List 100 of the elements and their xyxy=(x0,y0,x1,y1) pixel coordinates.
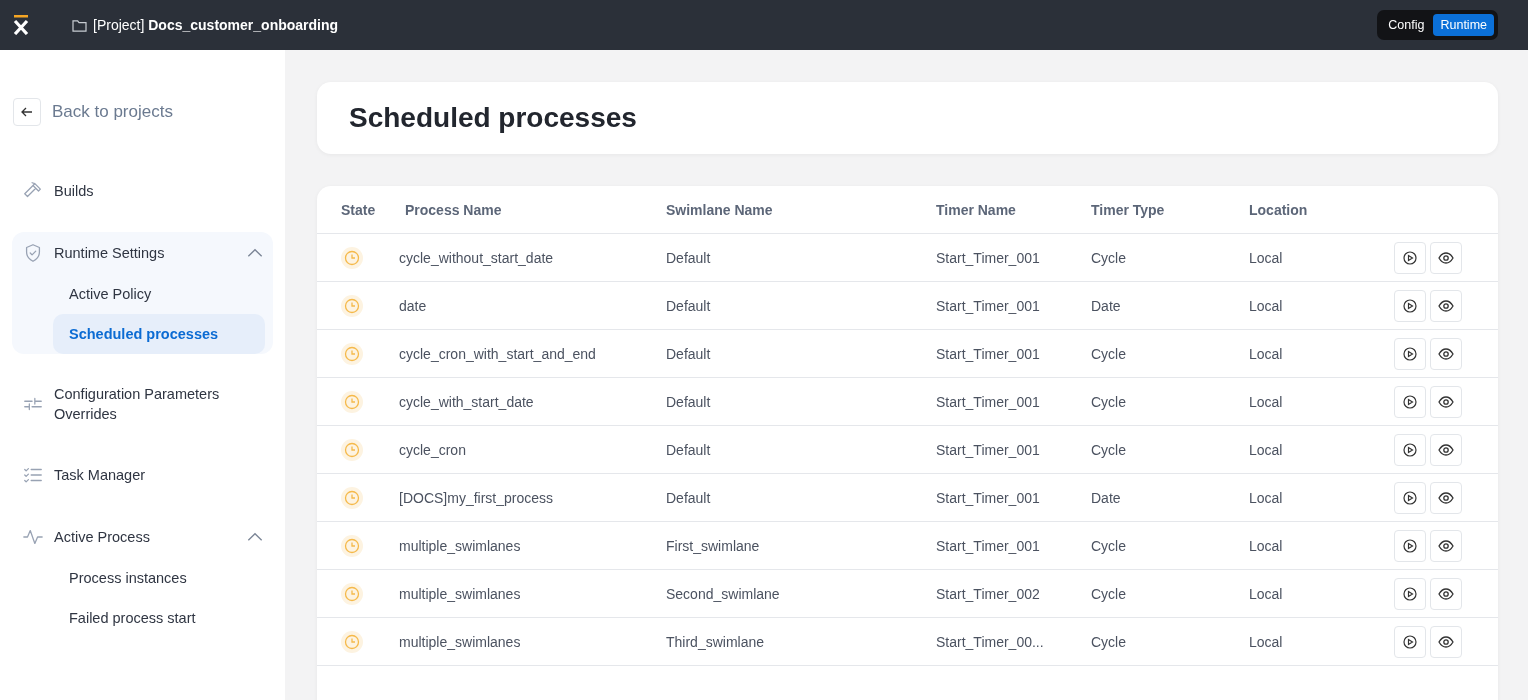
view-button[interactable] xyxy=(1430,337,1462,370)
project-title: [Project] Docs_customer_onboarding xyxy=(93,17,339,33)
view-button[interactable] xyxy=(1430,625,1462,658)
eye-icon xyxy=(1438,251,1454,264)
nav-subitem[interactable]: Scheduled processes xyxy=(53,314,265,354)
eye-icon xyxy=(1438,299,1454,312)
table-cell-text: Start_Timer_001 xyxy=(936,345,1041,362)
table-cell-text: Cycle xyxy=(1091,633,1127,650)
table-cell-text: Start_Timer_002 xyxy=(936,585,1041,602)
clock-icon xyxy=(341,630,363,653)
table-cell-text: Start_Timer_001 xyxy=(936,489,1041,506)
view-button[interactable] xyxy=(1430,529,1462,562)
table-cell-text: Second_swimlane xyxy=(666,585,781,602)
nav-subitem[interactable]: Failed process start xyxy=(53,598,265,638)
play-circle-icon xyxy=(1403,298,1417,313)
nav-item[interactable]: Task Manager xyxy=(54,465,265,485)
run-button[interactable] xyxy=(1394,241,1426,274)
run-button[interactable] xyxy=(1394,289,1426,322)
table-cell-text: Start_Timer_001 xyxy=(936,441,1041,458)
run-button[interactable] xyxy=(1394,625,1426,658)
table-cell-text: Local xyxy=(1249,633,1284,650)
back-link[interactable]: Back to projects xyxy=(52,102,173,122)
play-circle-icon xyxy=(1403,394,1417,409)
table-cell-text: Cycle xyxy=(1091,585,1127,602)
play-circle-icon xyxy=(1403,586,1417,601)
table-cell-text: date xyxy=(399,297,428,314)
view-button[interactable] xyxy=(1430,289,1462,322)
column-header: Process Name xyxy=(404,201,503,218)
run-button[interactable] xyxy=(1394,577,1426,610)
table-cell-text: Cycle xyxy=(1091,345,1127,362)
view-button[interactable] xyxy=(1430,385,1462,418)
table-cell-text: Local xyxy=(1249,297,1284,314)
play-circle-icon xyxy=(1403,250,1417,265)
table-cell-text: Cycle xyxy=(1091,249,1127,266)
column-header: Timer Name xyxy=(936,201,1017,218)
clock-icon xyxy=(341,246,363,269)
logo-icon[interactable] xyxy=(12,15,30,35)
clock-icon xyxy=(341,486,363,509)
table-cell-text: Start_Timer_001 xyxy=(936,249,1041,266)
table-cell-text: multiple_swimlanes xyxy=(399,537,522,554)
nav-item[interactable]: Runtime Settings xyxy=(54,243,235,263)
clock-icon xyxy=(341,342,363,365)
table-cell-text: Default xyxy=(666,297,712,314)
play-circle-icon xyxy=(1403,346,1417,361)
mode-toggle-option[interactable]: Runtime xyxy=(1433,14,1494,36)
nav-subitem[interactable]: Active Policy xyxy=(53,274,265,314)
table-cell-text: Date xyxy=(1091,297,1122,314)
table-cell-text: Cycle xyxy=(1091,441,1127,458)
nav-item[interactable]: Active Process xyxy=(54,527,235,547)
view-button[interactable] xyxy=(1430,241,1462,274)
eye-icon xyxy=(1438,491,1454,504)
table-cell-text: [DOCS]my_first_process xyxy=(399,489,555,506)
view-button[interactable] xyxy=(1430,577,1462,610)
eye-icon xyxy=(1438,587,1454,600)
table-cell-text: Cycle xyxy=(1091,393,1127,410)
eye-icon xyxy=(1438,395,1454,408)
view-button[interactable] xyxy=(1430,481,1462,514)
run-button[interactable] xyxy=(1394,529,1426,562)
table-cell-text: cycle_without_start_date xyxy=(399,249,555,266)
mode-toggle-option[interactable]: Config xyxy=(1381,14,1432,36)
play-circle-icon xyxy=(1403,538,1417,553)
nav-subitem[interactable]: Process instances xyxy=(53,558,265,598)
clock-icon xyxy=(341,582,363,605)
table-cell-text: Local xyxy=(1249,585,1284,602)
nav-item[interactable]: Configuration Parameters Overrides xyxy=(54,384,265,424)
table-cell-text: First_swimlane xyxy=(666,537,761,554)
table-cell-text: Local xyxy=(1249,537,1284,554)
play-circle-icon xyxy=(1403,442,1417,457)
table-cell-text: Default xyxy=(666,249,712,266)
table-cell-text: multiple_swimlanes xyxy=(399,633,522,650)
table-cell-text: cycle_cron_with_start_and_end xyxy=(399,345,597,362)
table-cell-text: cycle_cron xyxy=(399,441,467,458)
run-button[interactable] xyxy=(1394,385,1426,418)
eye-icon xyxy=(1438,347,1454,360)
clock-icon xyxy=(341,438,363,461)
play-circle-icon xyxy=(1403,634,1417,649)
column-header: Timer Type xyxy=(1091,201,1166,218)
table-cell-text: Default xyxy=(666,489,712,506)
table-cell-text: Third_swimlane xyxy=(666,633,766,650)
back-button[interactable] xyxy=(13,98,41,126)
play-circle-icon xyxy=(1403,490,1417,505)
column-header: State xyxy=(340,201,377,218)
arrow-left-icon xyxy=(20,105,34,119)
table-cell-text: Start_Timer_001 xyxy=(936,537,1041,554)
table-cell-text: Date xyxy=(1091,489,1122,506)
eye-icon xyxy=(1438,635,1454,648)
run-button[interactable] xyxy=(1394,481,1426,514)
run-button[interactable] xyxy=(1394,337,1426,370)
page-title: Scheduled processes xyxy=(349,102,638,134)
table-cell-text: Default xyxy=(666,441,712,458)
column-header: Location xyxy=(1249,201,1309,218)
table-cell-text: Start_Timer_001 xyxy=(936,297,1041,314)
table-cell-text: Default xyxy=(666,393,712,410)
nav-item[interactable]: Builds xyxy=(54,181,265,201)
view-button[interactable] xyxy=(1430,433,1462,466)
run-button[interactable] xyxy=(1394,433,1426,466)
table-cell-text: multiple_swimlanes xyxy=(399,585,522,602)
table-cell-text: Local xyxy=(1249,489,1284,506)
clock-icon xyxy=(341,534,363,557)
column-header: Swimlane Name xyxy=(666,201,774,218)
